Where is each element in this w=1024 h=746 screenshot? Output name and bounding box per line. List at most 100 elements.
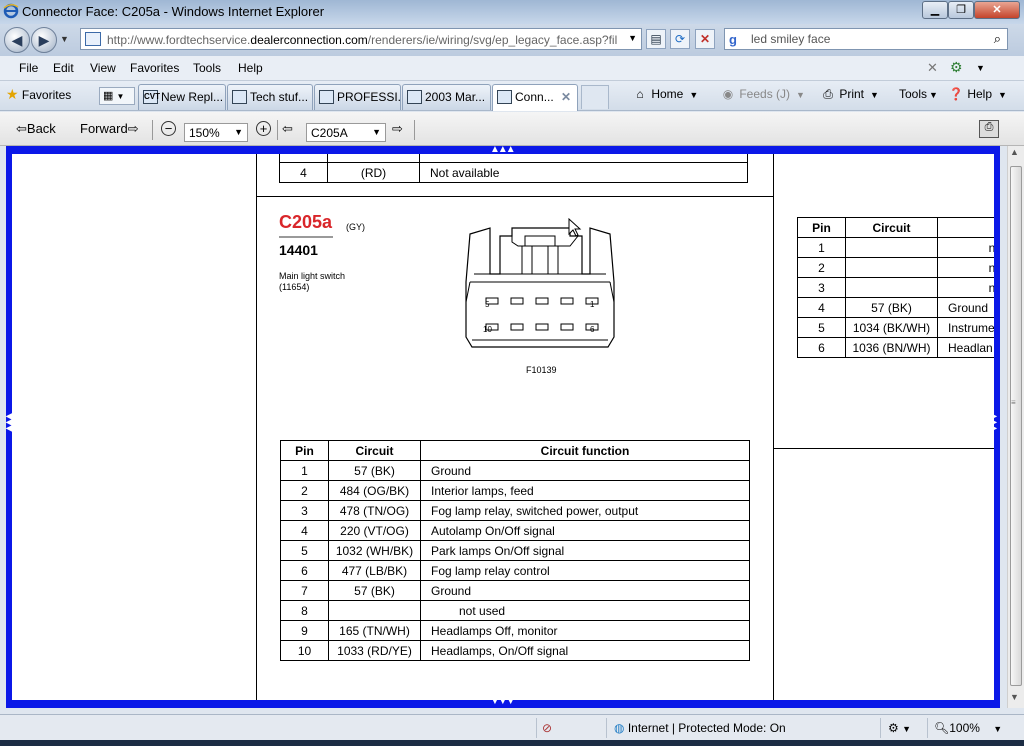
scroll-thumb[interactable] — [1010, 166, 1022, 686]
table-row: 4 (RD) Not available — [279, 162, 748, 183]
wiring-diagram-canvas: 4 (RD) Not available C205a (GY) 14401 Ma… — [12, 154, 994, 700]
function-cell: Park lamps On/Off signal — [420, 540, 750, 561]
connector-part-number: 14401 — [279, 242, 318, 258]
addon-icon[interactable]: ⚙ — [950, 59, 968, 77]
scroll-down-icon[interactable]: ▼ — [1010, 692, 1019, 702]
table-row: 2 no — [797, 257, 994, 278]
feeds-dropdown-icon[interactable]: ▼ — [796, 90, 805, 100]
home-dropdown-icon[interactable]: ▼ — [689, 90, 698, 100]
next-connector-icon[interactable]: ⇨ — [392, 121, 403, 137]
zoom-dropdown-icon[interactable]: ▼ — [234, 127, 243, 137]
svg-viewer-toolbar: ⇦Back Forward⇨ − 150% ▼ + ⇦ C205A ▼ ⇨ ⎙ — [0, 112, 1024, 146]
address-url[interactable]: http://www.fordtechservice.dealerconnect… — [107, 33, 623, 47]
recent-pages-dropdown[interactable]: ▼ — [60, 34, 69, 44]
address-bar[interactable]: http://www.fordtechservice.dealerconnect… — [80, 28, 642, 50]
menu-help[interactable]: Help — [238, 61, 263, 75]
quick-tabs-dropdown-icon[interactable]: ▼ — [116, 92, 124, 101]
close-toolbar-icon[interactable]: ✕ — [927, 60, 938, 76]
stop-icon[interactable]: ✕ — [695, 29, 715, 49]
zoom-select[interactable]: 150% ▼ — [184, 123, 248, 142]
addon-dropdown-icon[interactable]: ▼ — [976, 63, 985, 73]
browser-back-button[interactable]: ◀ — [4, 27, 30, 53]
header-circuit: Circuit — [328, 440, 421, 461]
security-zone-label: Internet | Protected Mode: On — [627, 721, 786, 735]
menu-file[interactable]: File — [19, 61, 38, 75]
circuit-cell — [328, 600, 421, 621]
feeds-button[interactable]: ◉ Feeds (J) ▼ — [720, 87, 805, 101]
close-tab-icon[interactable]: ✕ — [561, 90, 571, 104]
tab-connector-face[interactable]: Conn... ✕ — [492, 84, 578, 111]
search-input[interactable] — [751, 32, 981, 46]
status-divider — [536, 718, 537, 738]
tools-button[interactable]: Tools ▼ — [899, 87, 938, 101]
zoom-out-icon[interactable]: − — [161, 121, 176, 136]
adjacent-connector-table: Pin Circuit 1 no 2 no 3 no 457 (BK)Ground 5… — [797, 217, 994, 358]
popup-blocker-icon[interactable]: ⊘ — [542, 721, 552, 735]
close-window-button[interactable]: ✕ — [974, 1, 1020, 19]
previous-connector-icon[interactable]: ⇦ — [282, 121, 293, 137]
pin-cell: 3 — [280, 500, 329, 521]
magnifier-icon: 🔍︎ — [934, 721, 950, 735]
menu-edit[interactable]: Edit — [53, 61, 74, 75]
menu-favorites[interactable]: Favorites — [130, 61, 179, 75]
header-pin: Pin — [797, 217, 846, 238]
svg-forward-button[interactable]: Forward⇨ — [80, 121, 139, 137]
pin-cell: 1 — [797, 237, 846, 258]
help-dropdown-icon[interactable]: ▼ — [998, 90, 1007, 100]
zoom-in-icon[interactable]: + — [256, 121, 271, 136]
tab-tech-stuff[interactable]: Tech stuf... — [227, 84, 313, 110]
svg-back-button[interactable]: ⇦Back — [16, 121, 56, 137]
minimize-button[interactable]: ▁ — [922, 1, 948, 19]
print-dropdown-icon[interactable]: ▼ — [870, 90, 879, 100]
scroll-up-icon[interactable]: ▲ — [1010, 147, 1019, 157]
page-border-left — [256, 154, 257, 700]
tab-2003-mar[interactable]: 2003 Mar... — [402, 84, 491, 110]
circuit-cell: 57 (BK) — [845, 297, 938, 318]
home-icon: ⌂ — [636, 87, 644, 101]
circuit-cell: (RD) — [327, 162, 420, 183]
favorites-button[interactable]: ★ Favorites — [6, 86, 71, 103]
new-tab-button[interactable] — [581, 85, 609, 109]
home-button[interactable]: ⌂ Home ▼ — [632, 87, 698, 101]
toolbar-separator — [152, 120, 153, 140]
search-box[interactable]: g ⌕ — [724, 28, 1008, 50]
content-frame: ▲▲▲ ▼▼▼ ◀◀◀ ▶▶▶ 4 (RD) Not available C20… — [6, 144, 1000, 708]
tab-label: 2003 Mar... — [425, 90, 486, 104]
print-button[interactable]: ⎙ Print ▼ — [820, 87, 879, 102]
table-row: 3 no — [797, 277, 994, 298]
back-arrow-icon: ◀ — [11, 32, 23, 48]
right-arrow-icon: ⇨ — [127, 121, 139, 136]
refresh-icon[interactable]: ⟳ — [670, 29, 690, 49]
connector-select[interactable]: C205A ▼ — [306, 123, 386, 142]
protected-mode-settings-icon[interactable]: ⚙ ▼ — [888, 721, 911, 735]
svg-print-icon[interactable]: ⎙ — [979, 120, 999, 138]
favorites-tabs-row: ★ Favorites ▦ ▼ CVT New Repl... Tech stuf… — [0, 81, 1024, 111]
menu-tools[interactable]: Tools — [193, 61, 221, 75]
pin-cell: 4 — [797, 297, 846, 318]
vertical-scrollbar[interactable]: ▲ ≡ ▼ — [1007, 146, 1024, 708]
pin-label-5: 5 — [485, 300, 490, 309]
search-icon[interactable]: ⌕ — [994, 31, 1001, 47]
menu-view[interactable]: View — [90, 61, 116, 75]
tools-dropdown-icon[interactable]: ▼ — [929, 90, 938, 100]
tab-page-icon — [319, 90, 334, 104]
tab-new-reply[interactable]: CVT New Repl... — [138, 84, 226, 110]
connector-dropdown-icon[interactable]: ▼ — [372, 127, 381, 137]
maximize-button[interactable]: ❐ — [948, 1, 974, 19]
quick-tabs-icon: ▦ — [103, 90, 114, 102]
circuit-cell — [845, 237, 938, 258]
help-button[interactable]: ❓ Help ▼ — [948, 87, 1007, 101]
table-row: 1 no — [797, 237, 994, 258]
address-dropdown-icon[interactable]: ▼ — [628, 33, 637, 43]
function-cell: Ground — [937, 297, 994, 318]
browser-forward-button[interactable]: ▶ — [31, 27, 57, 53]
zoom-level-button[interactable]: 🔍︎100% ▼ — [934, 721, 1002, 735]
compatibility-view-icon[interactable]: ▤ — [646, 29, 666, 49]
quick-tabs-button[interactable]: ▦ ▼ — [99, 87, 135, 105]
zoom-level-dropdown-icon[interactable]: ▼ — [993, 724, 1002, 734]
google-search-provider-icon[interactable]: g — [729, 32, 745, 48]
tab-professional[interactable]: PROFESSI... — [314, 84, 401, 110]
table-row: 2 484 (OG/BK) Interior lamps, feed — [280, 480, 750, 501]
security-zone[interactable]: ◍ Internet | Protected Mode: On — [614, 721, 786, 735]
windows-taskbar — [0, 740, 1024, 746]
